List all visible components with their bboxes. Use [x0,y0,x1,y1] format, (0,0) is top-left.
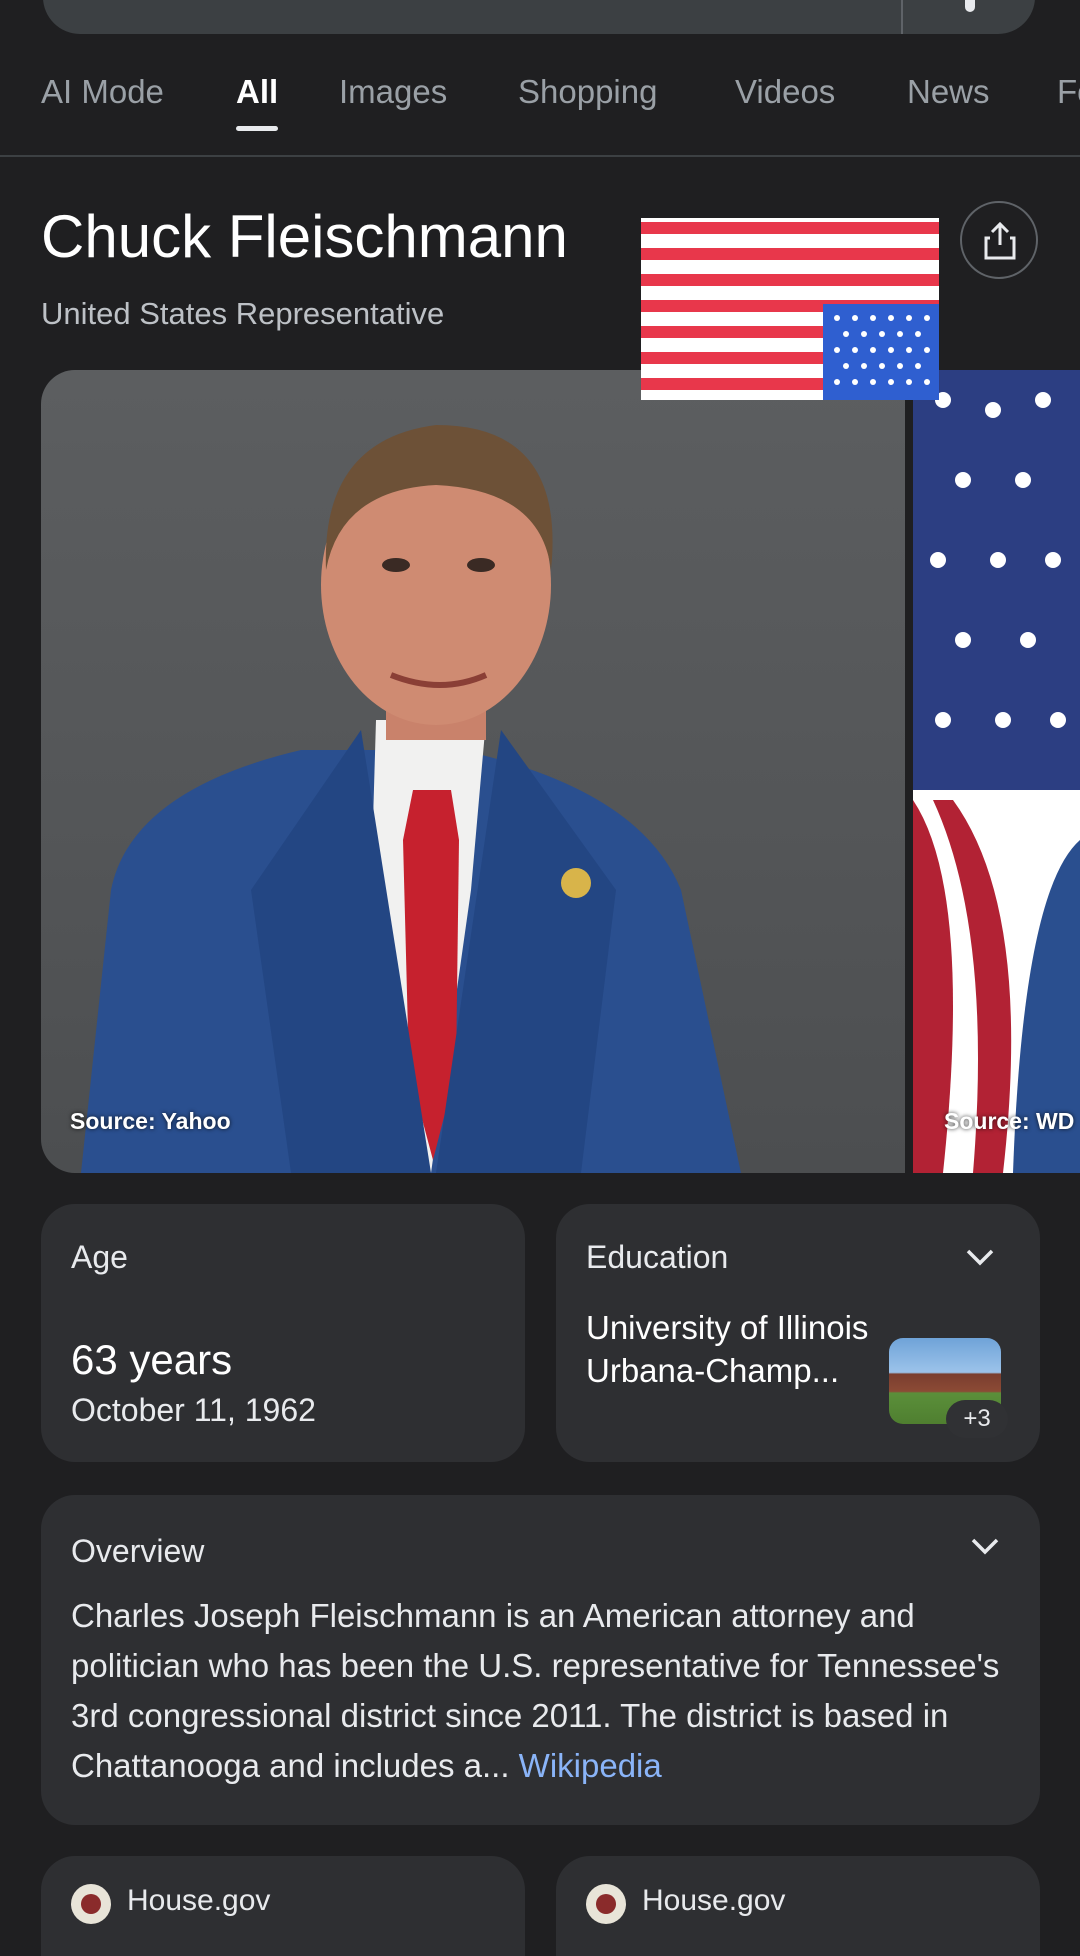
flag-sticker [641,218,939,400]
overview-card[interactable]: Overview Charles Joseph Fleischmann is a… [41,1495,1040,1825]
tab-ai-mode[interactable]: AI Mode [41,73,164,111]
tab-videos[interactable]: Videos [735,73,835,111]
education-card[interactable]: Education University of Illinois Urbana-… [556,1204,1040,1462]
overview-text: Charles Joseph Fleischmann is an America… [71,1591,1021,1791]
age-label: Age [71,1239,128,1275]
overview-label: Overview [71,1533,205,1569]
tab-news[interactable]: News [907,73,990,111]
entity-subtitle: United States Representative [41,296,445,331]
image-source-label: Source: WD [944,1108,1075,1134]
tabs-divider [0,155,1080,157]
more-schools-badge: +3 [946,1400,1008,1438]
age-value: 63 years [71,1336,233,1383]
source-card[interactable]: House.gov [556,1856,1040,1956]
chevron-down-icon[interactable] [969,1535,1001,1557]
tab-more[interactable]: Fo [1057,73,1080,111]
wikipedia-link[interactable]: Wikipedia [519,1747,662,1784]
share-icon [984,221,1016,260]
education-label: Education [586,1239,729,1275]
search-tabs: AI Mode All Images Shopping Videos News … [0,55,1080,155]
age-card[interactable]: Age 63 years October 11, 1962 [41,1204,525,1462]
flag-background-illustration [913,370,1080,1173]
image-source-label: Source: Yahoo [70,1108,231,1134]
active-tab-indicator [236,126,278,131]
tab-shopping[interactable]: Shopping [518,73,657,111]
share-button[interactable] [960,201,1038,279]
tab-all[interactable]: All [236,73,278,111]
microphone-icon[interactable] [965,0,975,12]
source-name: House.gov [642,1884,786,1917]
tab-images[interactable]: Images [339,73,447,111]
entity-title: Chuck Fleischmann [41,203,568,270]
portrait-illustration [81,425,741,1173]
upside-down-flag-icon [641,218,939,400]
search-bar[interactable] [43,0,1035,34]
entity-photo-second[interactable]: Source: WD [913,370,1080,1173]
chevron-down-icon[interactable] [964,1246,996,1268]
source-card[interactable]: House.gov [41,1856,525,1956]
birth-date: October 11, 1962 [71,1392,316,1428]
education-school: University of Illinois Urbana-Champ... [586,1309,869,1389]
house-seal-icon [586,1884,626,1924]
source-name: House.gov [127,1884,271,1917]
search-divider [901,0,903,34]
house-seal-icon [71,1884,111,1924]
entity-photo-main[interactable]: Source: Yahoo [41,370,905,1173]
